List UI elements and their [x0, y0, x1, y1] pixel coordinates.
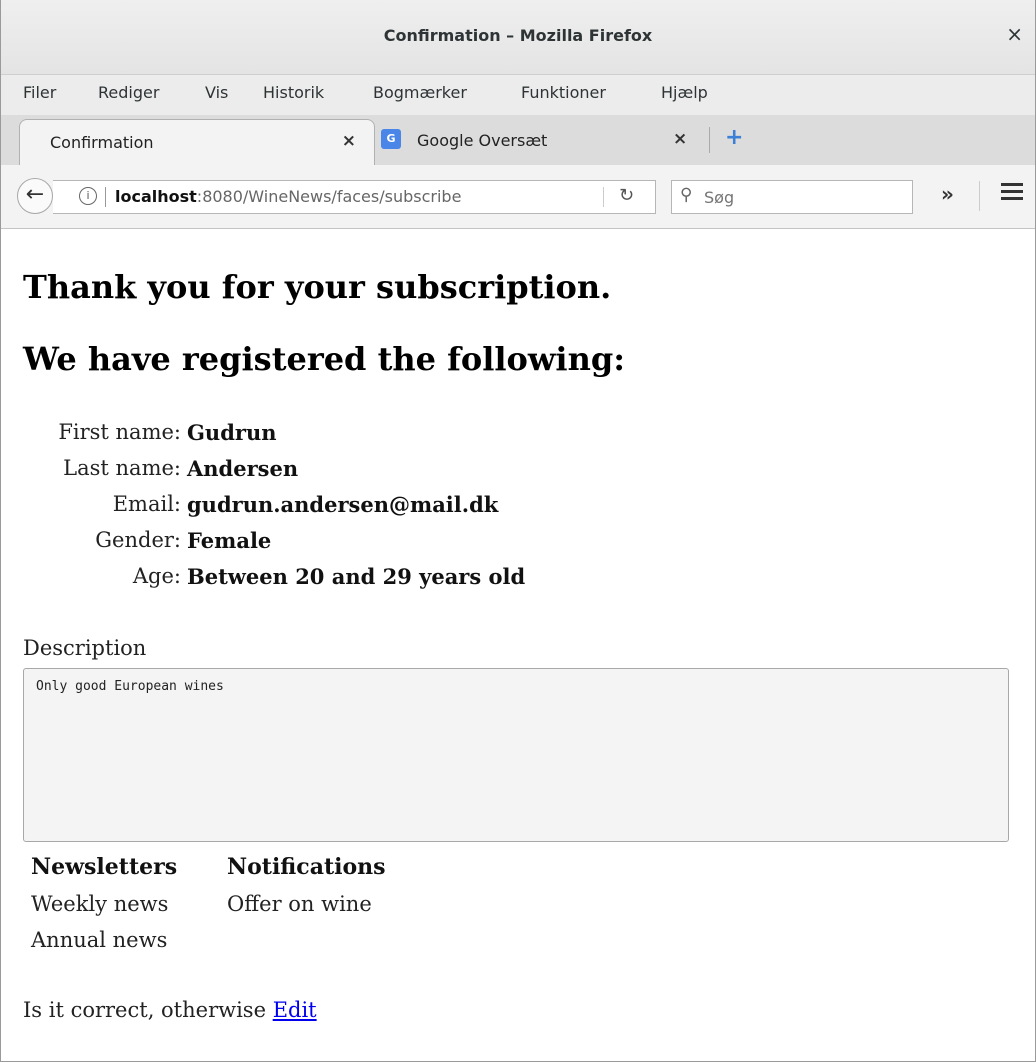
menu-historik[interactable]: Historik [263, 83, 324, 102]
menu-filer[interactable]: Filer [23, 83, 56, 102]
confirm-line: Is it correct, otherwise Edit [23, 998, 317, 1022]
reload-icon[interactable]: ↻ [619, 185, 634, 206]
description-textarea[interactable]: Only good European wines [23, 668, 1009, 842]
field-value: gudrun.andersen@mail.dk [187, 492, 499, 517]
browser-window: Confirmation – Mozilla Firefox × Filer R… [0, 0, 1036, 1062]
tab-label: Google Oversæt [417, 131, 548, 150]
menu-bogmaerker[interactable]: Bogmærker [373, 83, 467, 102]
page-subtitle: We have registered the following: [23, 340, 626, 378]
tab-confirmation[interactable]: Confirmation × [19, 119, 375, 166]
field-label: Last name: [63, 456, 181, 480]
field-label: Email: [112, 492, 181, 516]
tab-label: Confirmation [50, 133, 154, 152]
google-translate-icon: G [381, 129, 401, 149]
title-bar: Confirmation – Mozilla Firefox × [1, 0, 1035, 75]
description-label: Description [23, 636, 147, 660]
menu-rediger[interactable]: Rediger [98, 83, 159, 102]
tab-google-translate[interactable]: G Google Oversæt × [381, 123, 701, 163]
navigation-bar: ← i localhost:8080/WineNews/faces/subscr… [1, 165, 1035, 229]
newsletters-column: Newsletters Weekly news Annual news [31, 854, 177, 964]
toolbar-divider [979, 181, 980, 211]
tab-close-icon[interactable]: × [673, 129, 687, 149]
url-path: :8080/WineNews/faces/subscribe [196, 187, 462, 206]
page-title: Thank you for your subscription. [23, 268, 612, 306]
confirm-text: Is it correct, otherwise [23, 998, 273, 1022]
search-icon: ⚲ [680, 185, 693, 205]
new-tab-icon[interactable]: + [725, 125, 743, 150]
window-close-icon[interactable]: × [1006, 22, 1023, 46]
notification-item: Offer on wine [227, 892, 372, 916]
window-title: Confirmation – Mozilla Firefox [383, 26, 653, 45]
field-value: Andersen [187, 456, 299, 481]
notifications-header: Notifications [227, 854, 386, 880]
newsletter-item: Weekly news [31, 892, 169, 916]
menu-bar: Filer Rediger Vis Historik Bogmærker Fun… [1, 75, 1035, 115]
tab-divider [709, 127, 710, 153]
search-input[interactable] [702, 185, 906, 209]
url-divider [603, 187, 604, 207]
newsletter-item: Annual news [31, 928, 168, 952]
url-text[interactable]: localhost:8080/WineNews/faces/subscribe [115, 187, 461, 206]
field-value: Gudrun [187, 420, 277, 445]
tab-bar: Confirmation × G Google Oversæt × + [1, 115, 1035, 166]
field-label: Gender: [95, 528, 181, 552]
newsletters-header: Newsletters [31, 854, 178, 880]
url-divider [105, 187, 106, 207]
info-icon[interactable]: i [79, 187, 97, 205]
url-bar[interactable]: i localhost:8080/WineNews/faces/subscrib… [53, 180, 656, 214]
menu-hjaelp[interactable]: Hjælp [661, 83, 708, 102]
hamburger-menu-icon[interactable] [1001, 183, 1023, 204]
field-value: Female [187, 528, 272, 553]
back-arrow-icon[interactable]: ← [17, 178, 53, 214]
url-host: localhost [115, 187, 197, 206]
field-value: Between 20 and 29 years old [187, 564, 526, 589]
menu-funktioner[interactable]: Funktioner [521, 83, 606, 102]
menu-vis[interactable]: Vis [205, 83, 228, 102]
field-label: Age: [132, 564, 181, 588]
field-label: First name: [58, 420, 181, 444]
notifications-column: Notifications Offer on wine [227, 854, 386, 928]
overflow-chevron-icon[interactable]: » [941, 182, 954, 206]
tab-close-icon[interactable]: × [342, 131, 356, 151]
edit-link[interactable]: Edit [273, 998, 317, 1022]
search-bar[interactable]: ⚲ [671, 180, 913, 214]
